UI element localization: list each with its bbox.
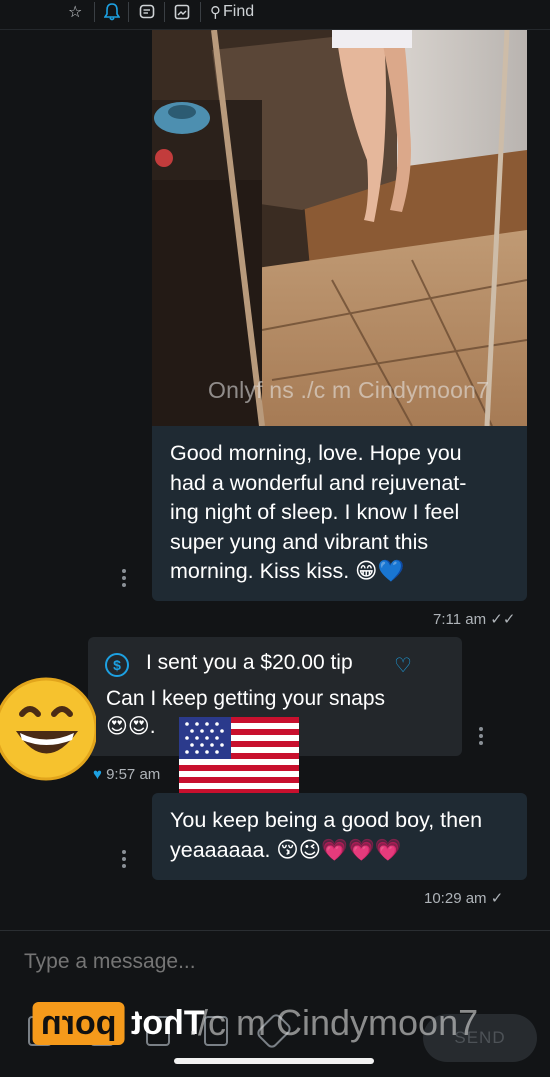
message-line: had a wonderful and rejuvenat- [170, 470, 467, 495]
image-icon[interactable] [174, 2, 190, 22]
message-bubble-outgoing[interactable]: Good morning, love. Hope you had a wonde… [152, 426, 527, 601]
toolbar-divider [200, 2, 201, 22]
toolbar-divider [94, 2, 95, 22]
thotporn-logo: porn Thot [33, 998, 204, 1048]
logo-badge: porn [33, 1001, 125, 1045]
message-line: morning. Kiss kiss. 😁💙 [170, 559, 405, 583]
photo-illustration [152, 30, 527, 426]
message-time: 7:11 am ✓✓ [433, 610, 515, 628]
message-menu-icon[interactable] [119, 847, 129, 871]
timestamp: 7:11 am [433, 611, 487, 628]
toolbar-divider [164, 2, 165, 22]
message-time: 10:29 am ✓ [424, 889, 503, 907]
find-button[interactable]: ⚲ Find [210, 2, 254, 22]
composer-divider [0, 930, 550, 931]
timestamp: 10:29 am [424, 890, 487, 907]
photo-watermark: Onlyf ns ./c m Cindymoon7 [208, 377, 490, 403]
tip-label: I sent you a $20.00 tip [146, 651, 353, 674]
message-line: Good morning, love. Hope you [170, 441, 462, 465]
message-menu-icon[interactable] [476, 724, 486, 748]
us-flag-sticker [179, 717, 299, 795]
message-line: yeaaaaaa. 😚😉💗💗💗 [170, 837, 402, 862]
message-line: You keep being a good boy, then [170, 808, 483, 832]
heart-icon: ♡ [394, 655, 412, 677]
toolbar-divider [128, 2, 129, 22]
message-bubble-outgoing[interactable]: You keep being a good boy, then yeaaaaaa… [152, 793, 527, 880]
message-line: super yung and vibrant this [170, 529, 429, 554]
timestamp: 9:57 am [106, 766, 161, 783]
double-check-icon: ✓✓ [490, 611, 516, 628]
message-line: Can I keep getting your snaps [106, 687, 386, 710]
home-indicator [174, 1058, 374, 1064]
bell-icon[interactable] [104, 2, 120, 22]
message-time: ♥ 9:57 am [93, 766, 160, 783]
grinning-face-sticker [0, 677, 96, 781]
chat-icon[interactable] [139, 2, 155, 22]
check-icon: ✓ [490, 890, 504, 907]
message-input[interactable] [24, 950, 424, 974]
overlay-watermark: ./c m Cindymoon7 [188, 1002, 479, 1043]
search-icon: ⚲ [210, 4, 221, 21]
top-toolbar: ☆ ⚲ Find [0, 0, 550, 30]
message-line: ing night of sleep. I know I feel [170, 500, 460, 524]
star-icon[interactable]: ☆ [68, 2, 82, 22]
message-photo[interactable]: Onlyf ns ./c m Cindymoon7 [152, 30, 527, 426]
message-menu-icon[interactable] [119, 566, 129, 590]
dollar-icon: $ [105, 653, 129, 677]
find-label: Find [223, 3, 255, 20]
